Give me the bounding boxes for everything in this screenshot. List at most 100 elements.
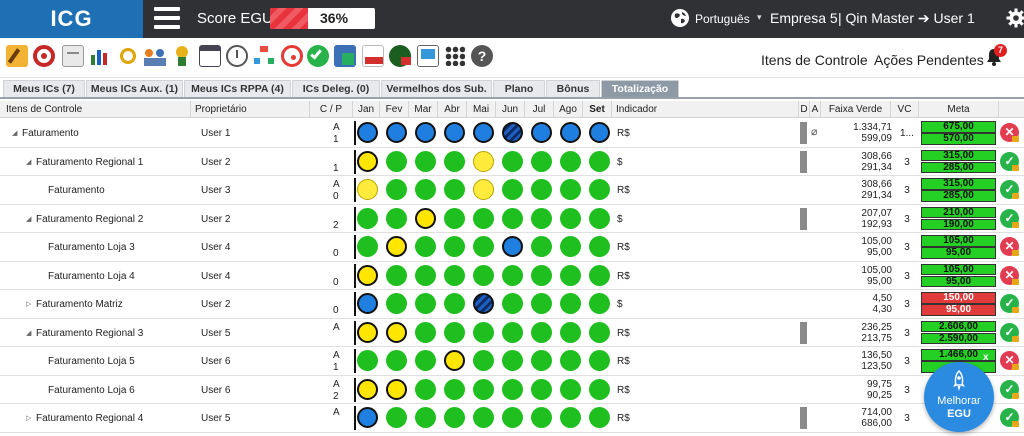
month-status-green-dot[interactable] (415, 264, 436, 286)
collapse-icon[interactable]: ◢ (12, 129, 17, 137)
month-status-green-dot[interactable] (415, 179, 436, 200)
month-status-green-dot[interactable] (531, 350, 552, 371)
month-status-green-dot[interactable] (560, 236, 581, 257)
item-name[interactable]: Faturamento Regional 2 (36, 214, 143, 225)
month-status-green-dot[interactable] (502, 350, 523, 371)
nav-control-items[interactable]: Itens de Controle (761, 52, 868, 68)
tab-reds-of-subordinates[interactable]: Vermelhos dos Sub. (381, 80, 492, 97)
header-month-jun[interactable]: Jun (496, 101, 525, 118)
nav-pending-actions[interactable]: Ações Pendentes (874, 52, 984, 68)
month-status-green-dot[interactable] (473, 378, 494, 400)
grid-icon[interactable] (444, 45, 466, 67)
header-d[interactable]: D (799, 101, 810, 118)
check-icon[interactable] (307, 45, 329, 67)
item-name[interactable]: Faturamento Regional 1 (36, 157, 143, 168)
month-status-green-dot[interactable] (473, 207, 494, 229)
header-vc[interactable]: VC (891, 101, 919, 118)
tab-my-ics-aux[interactable]: Meus ICs Aux. (1) (86, 80, 183, 97)
detail-bar[interactable] (800, 207, 807, 230)
language-selector[interactable]: Português (695, 12, 750, 26)
presentation-icon[interactable] (417, 45, 439, 67)
month-status-green-dot[interactable] (444, 150, 465, 172)
power-off-icon[interactable] (389, 45, 411, 67)
month-status-green-dot[interactable] (502, 179, 523, 200)
table-row[interactable]: ◢ Faturamento User 1 A 1 R$ ⌀ 1.334,71 599,09 1..… (0, 119, 1024, 148)
month-status-green-dot[interactable] (502, 150, 523, 172)
tab-ics-delegated[interactable]: ICs Deleg. (0) (292, 80, 380, 97)
app-logo[interactable]: ICG (0, 0, 143, 38)
expand-icon[interactable]: ▷ (26, 414, 31, 422)
globe-icon[interactable] (670, 8, 690, 28)
month-status-green-dot[interactable] (589, 293, 610, 314)
attachment-icon[interactable]: ⌀ (811, 125, 818, 138)
month-status-green-dot[interactable] (531, 321, 552, 343)
month-status-green-dot[interactable] (386, 179, 407, 200)
month-status-blue-dot[interactable] (560, 122, 581, 143)
calendar-icon[interactable] (199, 45, 221, 67)
month-status-green-dot[interactable] (386, 407, 407, 428)
month-status-green-dot[interactable] (502, 321, 523, 343)
month-status-green-dot[interactable] (502, 378, 523, 400)
month-status-green-dot[interactable] (473, 264, 494, 286)
header-month-mar[interactable]: Mar (409, 101, 438, 118)
tab-plan[interactable]: Plano (493, 80, 545, 97)
header-a[interactable]: A (810, 101, 821, 118)
month-status-green-dot[interactable] (386, 150, 407, 172)
month-status-yellow-dot[interactable] (386, 236, 407, 257)
header-month-aug[interactable]: Ago (554, 101, 583, 118)
table-row[interactable]: Faturamento Loja 4 User 4 0 R$ 105,00 95,00 3 1… (0, 262, 1024, 290)
month-status-yellow-dot[interactable] (473, 179, 494, 200)
company-selector[interactable]: Empresa 5 (770, 10, 838, 26)
month-status-green-dot[interactable] (502, 407, 523, 428)
month-status-green-dot[interactable] (589, 236, 610, 257)
tab-my-ics[interactable]: Meus ICs (7) (3, 80, 85, 97)
detail-bar[interactable] (800, 407, 807, 429)
month-status-yellow-dot[interactable] (473, 150, 494, 172)
item-name[interactable]: Faturamento Loja 3 (48, 242, 135, 253)
hierarchy-icon[interactable] (253, 45, 275, 67)
month-status-green-dot[interactable] (386, 350, 407, 371)
month-status-yellow-dot[interactable] (386, 378, 407, 400)
report-icon[interactable] (334, 45, 356, 67)
expand-icon[interactable]: ▷ (26, 300, 31, 308)
table-row[interactable]: Faturamento Loja 6 User 6 A 2 R$ 99,75 90,25 3 ✓ (0, 376, 1024, 404)
edit-icon[interactable] (6, 45, 28, 67)
month-status-green-dot[interactable] (444, 407, 465, 428)
tab-bonus[interactable]: Bônus (546, 80, 600, 97)
item-name[interactable]: Faturamento Loja 6 (48, 385, 135, 396)
month-status-green-dot[interactable] (589, 321, 610, 343)
month-status-green-dot[interactable] (531, 236, 552, 257)
improve-egu-button[interactable]: Melhorar EGU (924, 362, 994, 432)
header-month-sep[interactable]: Set (583, 101, 612, 118)
attachment-icon[interactable] (116, 44, 140, 68)
month-status-yellow-dot[interactable] (357, 179, 378, 200)
month-status-green-dot[interactable] (502, 293, 523, 314)
month-status-yellow-dot[interactable] (444, 350, 465, 371)
month-status-blue-dot[interactable] (444, 122, 465, 143)
item-name[interactable]: Faturamento Loja 4 (48, 271, 135, 282)
month-status-green-dot[interactable] (560, 350, 581, 371)
header-month-jul[interactable]: Jul (525, 101, 554, 118)
month-status-green-dot[interactable] (531, 407, 552, 428)
month-status-green-dot[interactable] (560, 321, 581, 343)
menu-icon[interactable] (154, 7, 180, 31)
header-cp[interactable]: C / P (310, 101, 353, 118)
month-status-blue-dot[interactable] (357, 293, 378, 314)
month-status-green-dot[interactable] (415, 293, 436, 314)
month-status-blue-striped-dot[interactable] (502, 122, 523, 143)
month-status-green-dot[interactable] (531, 378, 552, 400)
month-status-green-dot[interactable] (531, 150, 552, 172)
month-status-green-dot[interactable] (502, 264, 523, 286)
collapse-icon[interactable]: ◢ (26, 329, 31, 337)
month-status-green-dot[interactable] (357, 236, 378, 257)
month-status-blue-dot[interactable] (357, 122, 378, 143)
month-status-green-dot[interactable] (560, 207, 581, 229)
collapse-icon[interactable]: ◢ (26, 215, 31, 223)
team-icon[interactable] (144, 45, 166, 67)
month-status-green-dot[interactable] (386, 293, 407, 314)
header-owner[interactable]: Proprietário (191, 101, 310, 118)
detail-bar[interactable] (800, 321, 807, 344)
month-status-blue-striped-dot[interactable] (473, 293, 494, 314)
month-status-green-dot[interactable] (415, 150, 436, 172)
month-status-green-dot[interactable] (415, 407, 436, 428)
